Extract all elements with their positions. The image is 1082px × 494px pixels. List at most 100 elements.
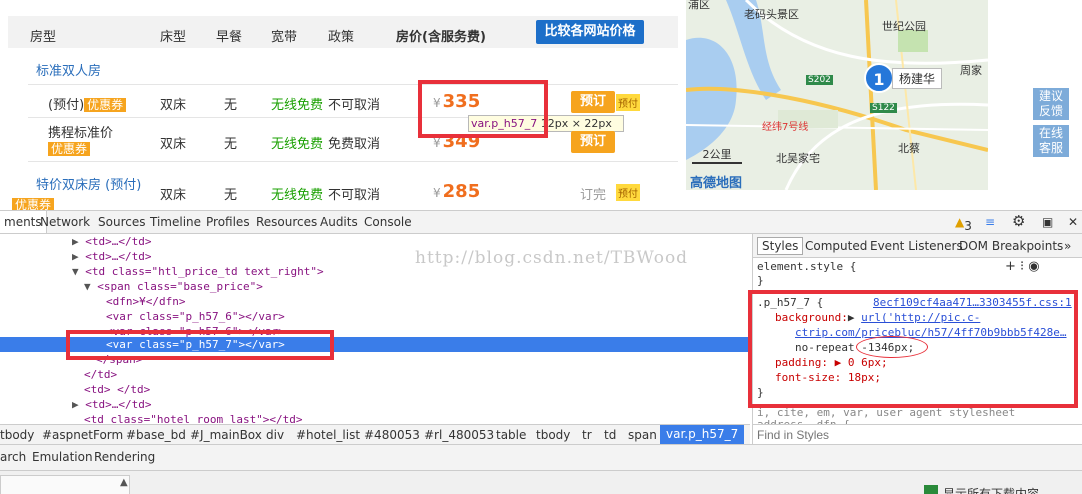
styles-tabbar: Styles Computed Event Listeners DOM Brea… bbox=[753, 234, 1082, 258]
crumb[interactable]: #hotel_list bbox=[296, 428, 360, 442]
breadcrumb: tbody #aspnetForm #base_bd #J_mainBox di… bbox=[0, 424, 750, 444]
dom-line[interactable]: </td> bbox=[84, 367, 117, 382]
feedback-button[interactable]: 建议 反馈 bbox=[1033, 88, 1069, 120]
crumb[interactable]: tr bbox=[582, 428, 592, 442]
crumb[interactable]: #rl_480053 bbox=[424, 428, 494, 442]
crumb[interactable]: div bbox=[266, 428, 284, 442]
row1-breakfast: 无 bbox=[224, 98, 238, 113]
row3-wifi: 无线免费 bbox=[271, 188, 324, 203]
close-icon[interactable]: ✕ bbox=[1068, 215, 1078, 229]
row3-policy: 不可取消 bbox=[328, 188, 381, 203]
map-panel[interactable]: 浦区 老码头景区 世纪公园 周家 北蔡 北吴家宅 经纬7号线 S202 S122… bbox=[686, 0, 988, 190]
crumb[interactable]: tbody bbox=[536, 428, 570, 442]
online-service-button[interactable]: 在线 客服 bbox=[1033, 125, 1069, 157]
map-label-metro: 经纬7号线 bbox=[762, 122, 809, 133]
dom-line[interactable]: <td> </td> bbox=[84, 382, 150, 397]
crumb[interactable]: table bbox=[496, 428, 526, 442]
dom-line[interactable]: ▶ <td>…</td> bbox=[72, 249, 151, 264]
tab-computed[interactable]: Computed bbox=[805, 239, 867, 253]
crumb[interactable]: #J_mainBox bbox=[190, 428, 262, 442]
header-broadband: 宽带 bbox=[271, 30, 298, 45]
map-pin-label[interactable]: 杨建华 bbox=[892, 68, 943, 89]
tab-profiles[interactable]: Profiles bbox=[206, 215, 250, 229]
element-style-rule[interactable]: element.style { bbox=[757, 260, 856, 273]
crumb[interactable]: tbody bbox=[0, 428, 34, 442]
crumb-selected[interactable]: var.p_h57_7 bbox=[660, 425, 745, 444]
map-logo: 高德地图 bbox=[690, 176, 743, 190]
row1-coupon[interactable]: 优惠券 bbox=[84, 98, 127, 112]
download-bar: ▲ 显示所有下载内容 bbox=[0, 470, 1082, 494]
tab-resources[interactable]: Resources bbox=[256, 215, 317, 229]
selected-var-highlight-box bbox=[66, 330, 334, 360]
tab-emulation[interactable]: Emulation bbox=[32, 450, 93, 464]
download-icon bbox=[924, 485, 938, 494]
element-style-close: } bbox=[757, 274, 764, 287]
dom-line[interactable]: ▼ <td class="htl_price_td text_right"> bbox=[72, 264, 324, 279]
row2-breakfast: 无 bbox=[224, 137, 238, 152]
more-tabs-icon[interactable]: » bbox=[1064, 239, 1071, 253]
tab-event-listeners[interactable]: Event Listeners bbox=[870, 239, 963, 253]
dom-line[interactable]: ▶ <td>…</td> bbox=[72, 234, 151, 249]
find-in-styles[interactable] bbox=[752, 424, 1082, 444]
road-badge-s202: S202 bbox=[806, 75, 833, 85]
road-badge-s122: S122 bbox=[870, 103, 897, 113]
drawer-tabbar: arch Emulation Rendering bbox=[0, 444, 1082, 470]
crumb[interactable]: #480053 bbox=[364, 428, 420, 442]
map-scale: 2公里 bbox=[692, 146, 742, 164]
row2-policy: 免费取消 bbox=[328, 137, 381, 152]
tab-search[interactable]: arch bbox=[0, 450, 26, 464]
dock-icon[interactable]: ▣ bbox=[1042, 215, 1053, 229]
map-label-laomatou: 老码头景区 bbox=[744, 8, 799, 21]
tab-timeline[interactable]: Timeline bbox=[150, 215, 201, 229]
row3-name[interactable]: 特价双床房 (预付) bbox=[36, 174, 141, 193]
row1-policy: 不可取消 bbox=[328, 98, 381, 113]
row1-wifi: 无线免费 bbox=[271, 98, 324, 113]
row2-book-button[interactable]: 预订 bbox=[571, 131, 615, 153]
tab-styles[interactable]: Styles bbox=[757, 237, 804, 255]
watermark-text: http://blog.csdn.net/TBWood bbox=[415, 248, 689, 268]
map-label-beiwujia: 北吴家宅 bbox=[776, 152, 820, 165]
show-all-downloads-link[interactable]: 显示所有下载内容 bbox=[943, 485, 1039, 494]
chevron-up-icon[interactable]: ▲ bbox=[120, 477, 128, 488]
price-highlight-box bbox=[418, 80, 548, 138]
room-category[interactable]: 标准双人房 bbox=[36, 60, 101, 79]
row3-soldout: 订完 bbox=[580, 188, 607, 203]
map-label-zhoujia: 周家 bbox=[960, 64, 982, 77]
dom-line[interactable]: ▶ <td>…</td> bbox=[72, 397, 151, 412]
tab-audits[interactable]: Audits bbox=[320, 215, 358, 229]
console-drawer-icon[interactable]: ≡ bbox=[985, 215, 995, 229]
add-rule-icon[interactable]: + ⁝ ◉ bbox=[1005, 259, 1040, 274]
crumb[interactable]: #aspnetForm bbox=[42, 428, 123, 442]
map-label-century-park: 世纪公园 bbox=[882, 20, 926, 33]
css-rule-highlight-box bbox=[748, 290, 1078, 408]
row2-bed: 双床 bbox=[160, 137, 187, 152]
tab-dom-breakpoints[interactable]: DOM Breakpoints bbox=[959, 239, 1063, 253]
row1-prepay-badge: 预付 bbox=[616, 94, 640, 111]
header-policy: 政策 bbox=[328, 30, 355, 45]
find-in-styles-input[interactable] bbox=[757, 427, 1057, 443]
devtools-tabbar: ments Network Sources Timeline Profiles … bbox=[0, 210, 1082, 234]
row2-coupon[interactable]: 优惠券 bbox=[48, 140, 91, 157]
tab-sources[interactable]: Sources bbox=[98, 215, 145, 229]
header-room-type: 房型 bbox=[30, 30, 57, 45]
gear-icon[interactable]: ⚙ bbox=[1012, 212, 1025, 230]
dom-line[interactable]: <var class="p_h57_6"></var> bbox=[106, 309, 285, 324]
header-breakfast: 早餐 bbox=[216, 30, 243, 45]
row1-book-button[interactable]: 预订 bbox=[571, 91, 615, 113]
warning-icon[interactable]: ▲ 3 bbox=[955, 215, 972, 233]
download-item[interactable] bbox=[0, 475, 130, 494]
crumb[interactable]: span bbox=[628, 428, 657, 442]
row1-bed: 双床 bbox=[160, 98, 187, 113]
crumb[interactable]: td bbox=[604, 428, 616, 442]
dom-line[interactable]: <dfn>¥</dfn> bbox=[106, 294, 185, 309]
crumb[interactable]: #base_bd bbox=[126, 428, 186, 442]
tab-console[interactable]: Console bbox=[364, 215, 412, 229]
dom-line[interactable]: ▼ <span class="base_price"> bbox=[84, 279, 263, 294]
map-label-pu: 浦区 bbox=[688, 0, 710, 11]
compare-prices-button[interactable]: 比较各网站价格 bbox=[536, 20, 644, 44]
tab-network[interactable]: Network bbox=[40, 215, 90, 229]
header-price: 房价(含服务费) bbox=[396, 30, 486, 45]
tab-rendering[interactable]: Rendering bbox=[94, 450, 155, 464]
row3-bed: 双床 bbox=[160, 188, 187, 203]
map-pin[interactable]: 1 bbox=[864, 63, 894, 93]
